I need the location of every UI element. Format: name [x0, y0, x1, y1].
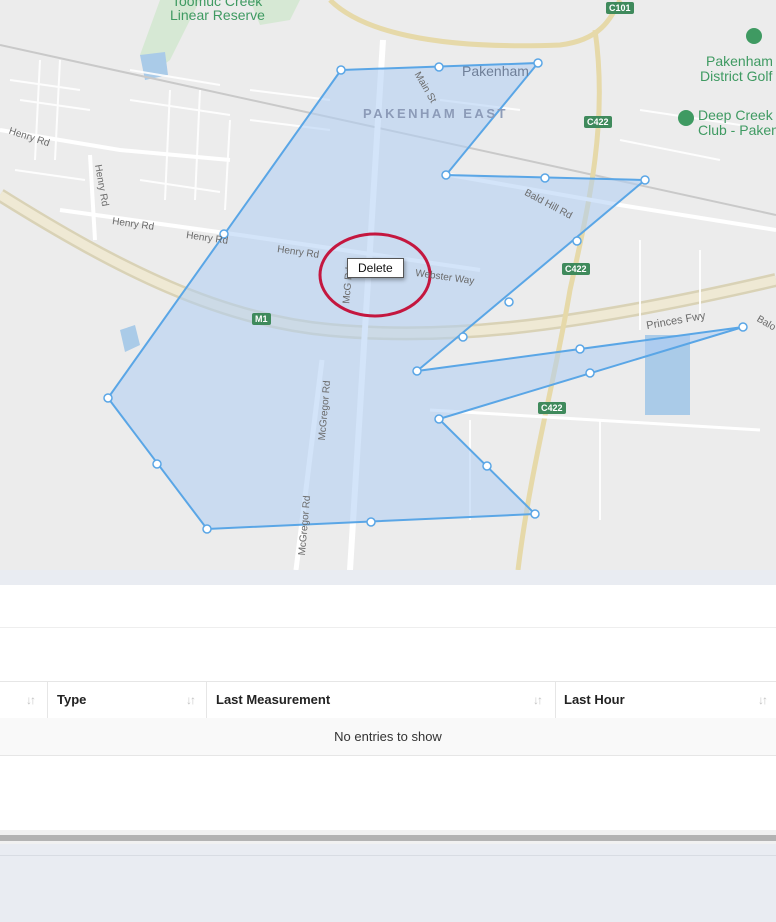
- scrollbar-thumb[interactable]: [0, 835, 776, 841]
- road-shield: C422: [538, 402, 566, 414]
- road-shield: C422: [562, 263, 590, 275]
- golf-label: Club - Paken: [698, 122, 776, 138]
- golf-label: Deep Creek C: [698, 107, 776, 123]
- column-divider: [47, 682, 48, 718]
- golf-label: District Golf: [700, 68, 773, 84]
- footer-area: [0, 855, 776, 922]
- column-header-last-hour[interactable]: Last Hour: [564, 682, 625, 718]
- section-divider: [0, 570, 776, 585]
- map-view[interactable]: Toomuc Creek Linear Reserve Pakenham PAK…: [0, 0, 776, 570]
- table-header: ↓↑ Type ↓↑ Last Measurement ↓↑ Last Hour…: [0, 681, 776, 719]
- data-panel: ↓↑ Type ↓↑ Last Measurement ↓↑ Last Hour…: [0, 585, 776, 830]
- column-header-last-measurement[interactable]: Last Measurement: [216, 682, 330, 718]
- golf-label: Pakenham: [706, 53, 773, 69]
- road-shield: C422: [584, 116, 612, 128]
- golf-icon[interactable]: [746, 28, 762, 44]
- road-shield: C101: [606, 2, 634, 14]
- suburb-label: PAKENHAM EAST: [363, 106, 508, 121]
- sort-icon[interactable]: ↓↑: [186, 693, 196, 707]
- map-canvas[interactable]: [0, 0, 776, 570]
- sort-icon[interactable]: ↓↑: [533, 693, 543, 707]
- column-header-type[interactable]: Type: [57, 682, 86, 718]
- park-label: Linear Reserve: [170, 7, 265, 23]
- delete-button[interactable]: Delete: [347, 258, 404, 278]
- column-divider: [555, 682, 556, 718]
- sort-icon[interactable]: ↓↑: [26, 693, 36, 707]
- sort-icon[interactable]: ↓↑: [758, 693, 768, 707]
- town-label: Pakenham: [462, 63, 529, 79]
- divider: [0, 627, 776, 628]
- road-shield: M1: [252, 313, 271, 325]
- empty-table-message: No entries to show: [0, 718, 776, 756]
- horizontal-scrollbar[interactable]: [0, 830, 776, 844]
- drawn-polygon[interactable]: [106, 61, 744, 531]
- golf-icon[interactable]: [678, 110, 694, 126]
- column-divider: [206, 682, 207, 718]
